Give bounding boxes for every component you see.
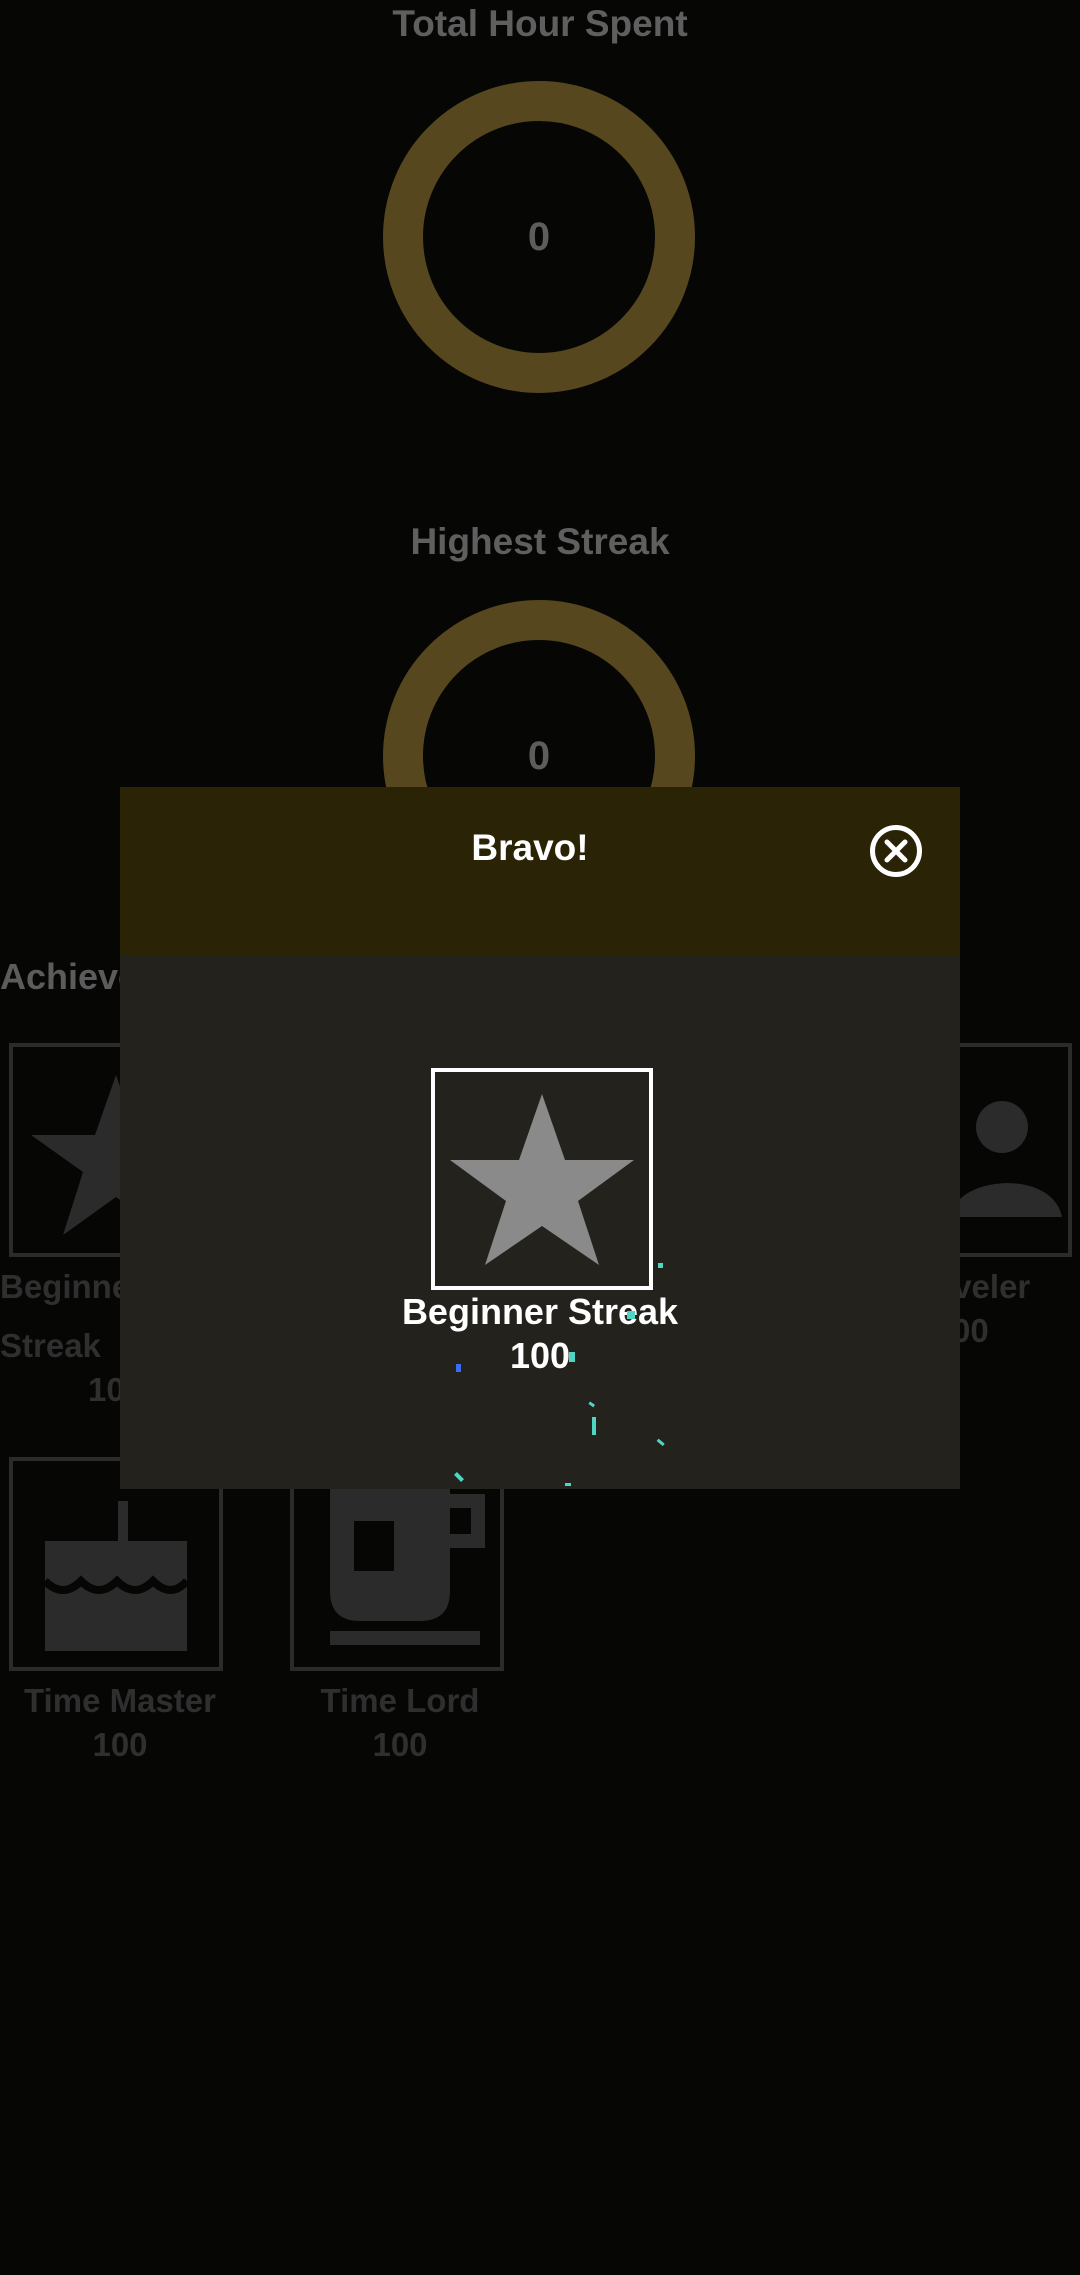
close-icon [870, 825, 922, 877]
achievement-value-time-master: 100 [92, 1726, 148, 1763]
award-badge [431, 1068, 653, 1290]
achievement-label-time-lord: Time Lord [320, 1682, 480, 1719]
mug-icon [330, 1481, 485, 1645]
total-hours-title: Total Hour Spent [392, 3, 688, 44]
achievement-value-time-lord: 100 [372, 1726, 428, 1763]
cake-icon [42, 1501, 190, 1651]
close-button[interactable] [869, 824, 923, 878]
award-value: 100 [509, 1335, 571, 1376]
achievement-label-line1: Beginne [0, 1268, 131, 1305]
achievement-label-time-master: Time Master [24, 1682, 216, 1719]
achievement-label-line2: Streak [0, 1327, 101, 1364]
dialog-header [120, 787, 960, 955]
award-name: Beginner Streak [401, 1291, 679, 1332]
achievements-screen: Total Hour Spent 0 Highest Streak 0 Achi… [0, 0, 1080, 2275]
total-hours-ring: 0 [383, 81, 695, 393]
total-hours-value: 0 [527, 214, 551, 259]
achievement-unlocked-dialog: Bravo! Beginner Streak 100 [120, 787, 960, 1489]
achievements-section-title: Achieve [0, 956, 139, 997]
dialog-title: Bravo! [471, 827, 589, 868]
achievement-badge-time-lord[interactable] [290, 1457, 504, 1671]
star-icon [450, 1094, 634, 1265]
achievement-badge-time-master[interactable] [9, 1457, 223, 1671]
highest-streak-title: Highest Streak [410, 521, 670, 562]
highest-streak-value: 0 [527, 733, 551, 778]
